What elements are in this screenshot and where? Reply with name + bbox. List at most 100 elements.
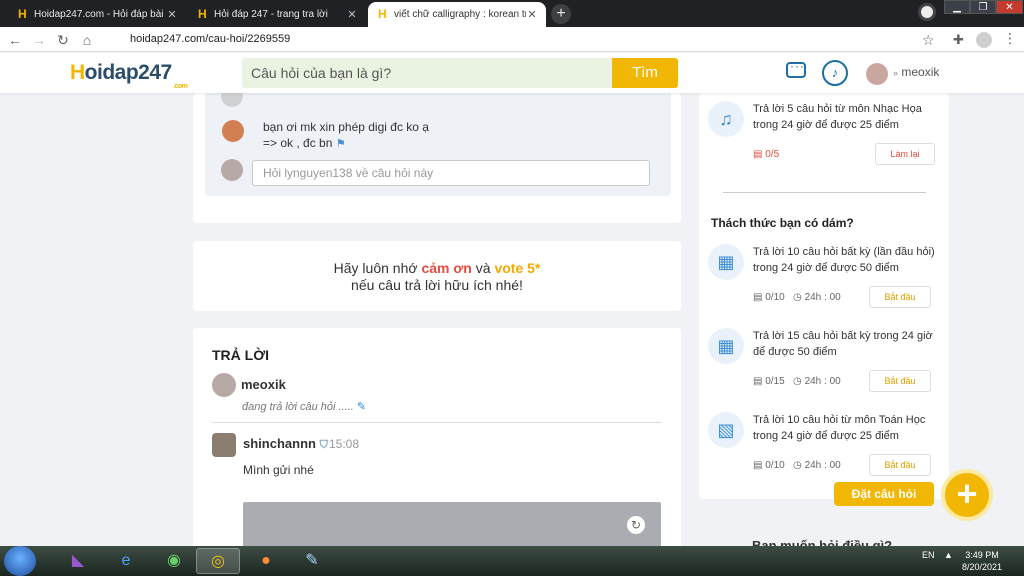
- browser-menu-icon[interactable]: ⋮: [1003, 30, 1017, 47]
- forward-arrow-icon[interactable]: →: [30, 31, 48, 49]
- reminder-line-1: Hãy luôn nhớ cảm ơn và vote 5*: [193, 260, 681, 276]
- logo-letter: H: [70, 61, 85, 84]
- start-challenge-button[interactable]: Bắt đầu: [869, 370, 931, 392]
- document-icon: ▤: [753, 376, 763, 387]
- close-tab-icon[interactable]: ✕: [346, 8, 358, 21]
- answer-body: Mình gửi nhé: [243, 463, 314, 477]
- divider: [212, 422, 662, 423]
- answers-title: TRẢ LỜI: [212, 347, 270, 363]
- vote-reminder-card: Hãy luôn nhớ cảm ơn và vote 5* nếu câu t…: [193, 241, 681, 311]
- tab-hoidap247-answer[interactable]: Hỏi đáp 247 - trang tra lời ✕: [188, 2, 366, 27]
- profile-avatar-icon[interactable]: [976, 32, 992, 48]
- system-clock[interactable]: 3:49 PM 8/20/2021: [952, 549, 1012, 573]
- visual-studio-icon[interactable]: ◣: [56, 548, 100, 574]
- current-user-avatar: [212, 373, 236, 397]
- challenges-sidebar: ♫ Trả lời 5 câu hỏi từ môn Nhạc Họa tron…: [699, 93, 949, 499]
- challenge-text: Trả lời 5 câu hỏi từ môn Nhạc Họa trong …: [753, 103, 922, 131]
- hoidap-favicon-icon: [376, 7, 388, 21]
- ask-question-plus-button[interactable]: +: [941, 469, 993, 521]
- hoidap-favicon-icon: [196, 7, 208, 21]
- clock-icon: ◷: [793, 376, 802, 387]
- maximize-button[interactable]: ❐: [970, 0, 996, 14]
- user-menu[interactable]: » meoxik: [893, 65, 939, 79]
- calculator-icon: ▧: [708, 412, 744, 448]
- comment-line: bạn ơi mk xin phép digi đc ko ạ: [263, 120, 429, 134]
- tab-title: viết chữ calligraphy : korean trad: [394, 9, 526, 20]
- new-tab-button[interactable]: +: [551, 4, 571, 24]
- clock-time: 3:49 PM: [965, 550, 999, 560]
- search-button[interactable]: Tìm: [612, 58, 678, 88]
- coccoc-browser-icon[interactable]: ◉: [152, 548, 196, 574]
- close-tab-icon[interactable]: ✕: [166, 8, 178, 21]
- chevron-down-icon: »: [893, 68, 899, 78]
- time-left: 24h : 00: [804, 376, 841, 387]
- challenge-text: Trả lời 10 câu hỏi từ môn Toán Học trong…: [753, 414, 926, 442]
- reminder-line-2: nếu câu trả lời hữu ích nhé!: [351, 277, 523, 293]
- paint-icon[interactable]: ✎: [290, 548, 334, 574]
- back-arrow-icon[interactable]: ←: [6, 31, 24, 49]
- address-bar-row: ← → ↻ ⌂ hoidap247.com/cau-hoi/2269559 ☆ …: [0, 27, 1024, 52]
- site-logo[interactable]: Hoidap247 .com: [70, 61, 188, 90]
- document-icon: ▤: [753, 149, 763, 160]
- progress-count: 0/10: [765, 460, 785, 471]
- reload-icon[interactable]: ↻: [54, 31, 72, 49]
- browser-profile-icon[interactable]: [918, 3, 936, 21]
- reminder-text: và: [471, 260, 495, 276]
- start-challenge-button[interactable]: Bắt đầu: [869, 454, 931, 476]
- bookmark-star-icon[interactable]: ☆: [922, 32, 935, 49]
- tab-title: Hoidap247.com - Hỏi đáp bài tập: [34, 9, 166, 20]
- clock-date: 8/20/2021: [961, 562, 1003, 572]
- answerer-name[interactable]: shinchannn ⛉: [243, 436, 328, 452]
- clock-icon: ◷: [793, 460, 802, 471]
- report-flag-icon[interactable]: ⚑: [336, 138, 346, 150]
- challenge-progress: ▤ 0/10 ◷ 24h : 00: [753, 460, 841, 471]
- home-icon[interactable]: ⌂: [78, 31, 96, 49]
- extensions-puzzle-icon[interactable]: ✚: [953, 32, 964, 48]
- minimize-button[interactable]: ▁: [944, 0, 970, 14]
- progress-count: 0/15: [765, 376, 785, 387]
- user-avatar[interactable]: [866, 63, 888, 85]
- search-input[interactable]: Câu hỏi của bạn là gì?: [242, 58, 612, 88]
- ask-question-label[interactable]: Đặt câu hỏi: [834, 482, 934, 506]
- chrome-icon[interactable]: ◎: [196, 548, 240, 574]
- progress-count: 0/5: [765, 149, 780, 160]
- music-note-icon: ♫: [708, 101, 744, 137]
- divider: [723, 192, 926, 193]
- url-field[interactable]: hoidap247.com/cau-hoi/2269559: [100, 30, 950, 49]
- tab-calligraphy[interactable]: viết chữ calligraphy : korean trad ✕: [368, 2, 546, 27]
- rotate-image-icon[interactable]: ↻: [627, 516, 645, 534]
- start-challenge-button[interactable]: Bắt đầu: [869, 286, 931, 308]
- site-header: Hoidap247 .com Câu hỏi của bạn là gì? Tì…: [0, 53, 1024, 93]
- tab-title: Hỏi đáp 247 - trang tra lời: [214, 9, 328, 20]
- hoidap-favicon-icon: [16, 7, 28, 21]
- ask-commenter-input[interactable]: Hỏi lynguyen138 về câu hỏi này: [252, 160, 650, 186]
- grid-icon: ▦: [708, 328, 744, 364]
- comment-text: bạn ơi mk xin phép digi đc ko ạ => ok , …: [263, 119, 429, 152]
- commenter-avatar: [222, 120, 244, 142]
- tab-hoidap247-home[interactable]: Hoidap247.com - Hỏi đáp bài tập ✕: [8, 2, 186, 27]
- logo-com: .com: [173, 83, 188, 90]
- retry-button[interactable]: Làm lại: [875, 143, 935, 165]
- user-name: meoxik: [901, 65, 940, 79]
- answerer-avatar[interactable]: [212, 433, 236, 457]
- start-button[interactable]: [4, 546, 36, 576]
- typing-status: đang trả lời câu hỏi ..... ✎: [242, 400, 366, 413]
- rank-badge-icon: ⛉: [319, 439, 328, 451]
- messages-icon[interactable]: [786, 59, 806, 78]
- current-user-avatar: [221, 159, 243, 181]
- answer-time: 15:08: [329, 437, 360, 451]
- close-tab-icon[interactable]: ✕: [526, 8, 538, 21]
- logo-text: oidap247: [84, 61, 173, 84]
- time-left: 24h : 00: [804, 460, 841, 471]
- reminder-thanks: cảm ơn: [421, 260, 472, 276]
- pencil-icon[interactable]: ✎: [357, 401, 366, 413]
- browser-tab-bar: Hoidap247.com - Hỏi đáp bài tập ✕ Hỏi đá…: [0, 0, 1024, 27]
- internet-explorer-icon[interactable]: e: [104, 548, 148, 574]
- challenge-progress: ▤ 0/10 ◷ 24h : 00: [753, 292, 841, 303]
- language-indicator[interactable]: EN: [922, 550, 935, 560]
- close-window-button[interactable]: ✕: [996, 0, 1023, 14]
- challenge-text: Trả lời 10 câu hỏi bất kỳ (lần đầu hỏi) …: [753, 246, 935, 274]
- notification-bell-icon[interactable]: ♪: [822, 60, 848, 86]
- challenge-text: Trả lời 15 câu hỏi bất kỳ trong 24 giờ đ…: [753, 330, 933, 358]
- photos-app-icon[interactable]: ●: [244, 548, 288, 574]
